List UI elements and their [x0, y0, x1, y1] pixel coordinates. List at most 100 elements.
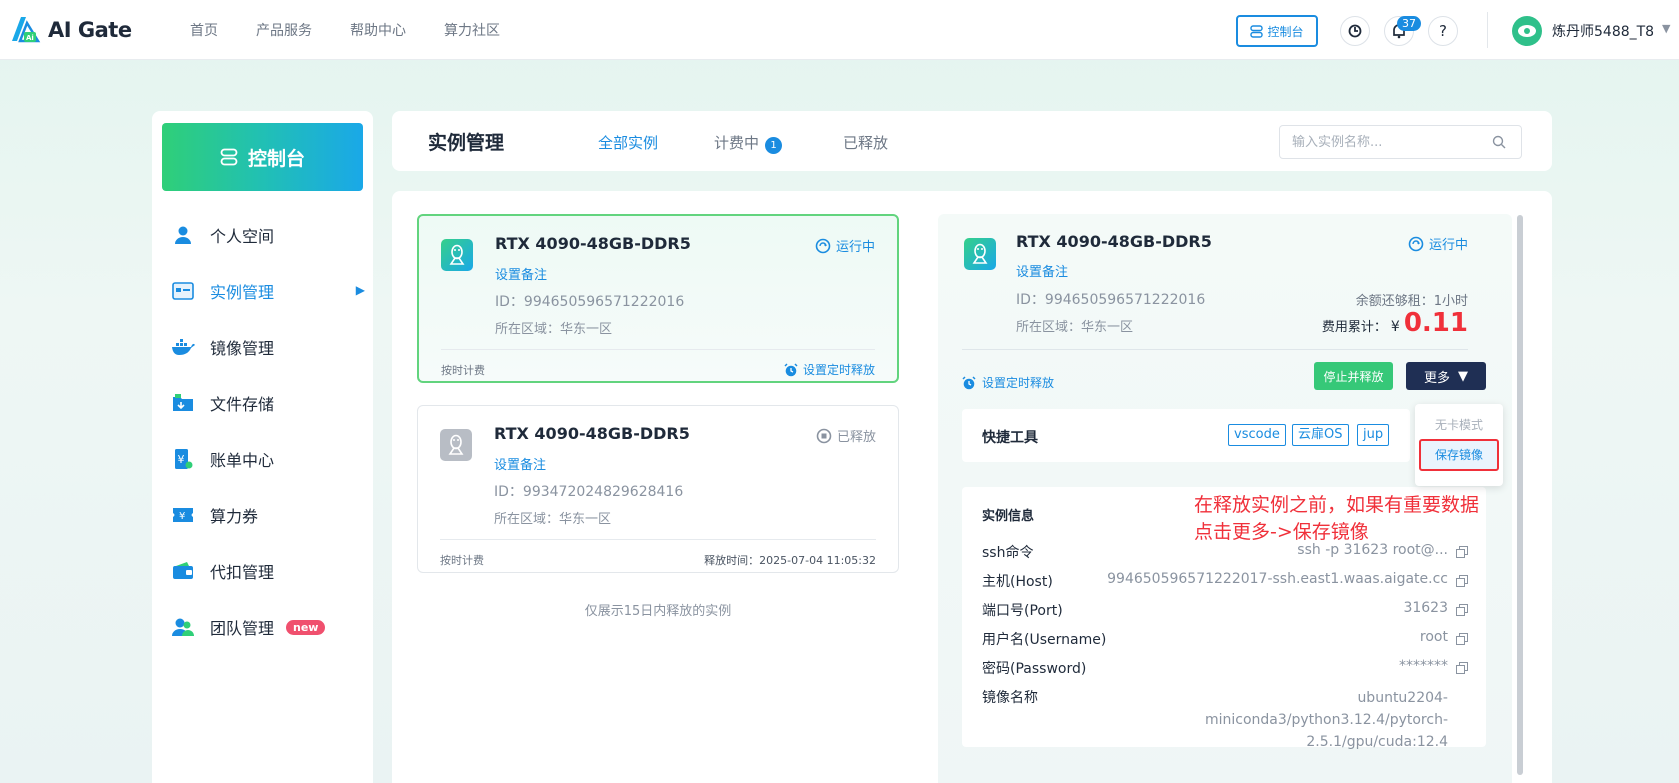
- nav-community[interactable]: 算力社区: [444, 20, 500, 40]
- detail-instance-region: 所在区域：华东一区: [1016, 320, 1134, 335]
- top-bar: Ai AI Gate 首页 产品服务 帮助中心 算力社区 控制台 37 ? 炼丹…: [0, 0, 1679, 60]
- svg-text:¥: ¥: [179, 511, 185, 522]
- tab-all-instances[interactable]: 全部实例: [598, 132, 658, 153]
- sidebar-item-team-management[interactable]: 团队管理 new: [170, 613, 365, 641]
- alarm-clock-icon: [962, 375, 976, 389]
- logo-icon: Ai: [6, 11, 44, 49]
- detail-instance-id: ID：994650596571222016: [1016, 292, 1206, 308]
- notification-count: 37: [1397, 16, 1421, 31]
- set-timed-release-link[interactable]: 设置定时释放: [962, 374, 1054, 391]
- team-icon: [170, 614, 196, 640]
- billing-type: 按时计费: [440, 554, 484, 567]
- nav-products[interactable]: 产品服务: [256, 20, 312, 40]
- detail-scrollbar[interactable]: [1517, 215, 1523, 775]
- set-timed-release-label: 设置定时释放: [982, 376, 1055, 390]
- info-value: *******: [1399, 658, 1448, 674]
- info-key: ssh命令: [982, 545, 1034, 561]
- sidebar-item-label: 实例管理: [210, 283, 275, 302]
- running-icon: [1408, 236, 1424, 251]
- sidebar-item-file-storage[interactable]: 文件存储: [170, 389, 365, 417]
- help-button[interactable]: ?: [1428, 16, 1458, 46]
- logo[interactable]: Ai AI Gate: [6, 11, 132, 49]
- sidebar-item-compute-coupon[interactable]: ¥ 算力券: [170, 501, 365, 529]
- tab-billing[interactable]: 计费中 1: [714, 132, 783, 154]
- info-row-image: 镜像名称 ubuntu2204-miniconda3/python3.12.4/…: [982, 687, 1468, 750]
- console-button[interactable]: 控制台: [1236, 15, 1318, 47]
- copy-icon[interactable]: [1456, 604, 1468, 616]
- instance-card-running[interactable]: RTX 4090-48GB-DDR5 设置备注 ID：9946505965712…: [417, 214, 899, 383]
- stopped-icon: [816, 428, 832, 443]
- header-divider: [1487, 12, 1488, 48]
- sidebar-item-auto-debit[interactable]: 代扣管理: [170, 557, 365, 585]
- instance-region: 所在区域：华东一区: [494, 512, 612, 527]
- info-key: 用户名(Username): [982, 632, 1107, 648]
- refresh-icon: [1348, 24, 1362, 38]
- console-icon: [220, 148, 238, 166]
- sidebar-console-header[interactable]: 控制台: [162, 123, 363, 191]
- more-dropdown-menu: 无卡模式 保存镜像: [1415, 404, 1503, 486]
- copy-icon[interactable]: [1456, 633, 1468, 645]
- instance-name: RTX 4090-48GB-DDR5: [494, 424, 690, 443]
- stop-and-release-button[interactable]: 停止并释放: [1314, 362, 1393, 390]
- copy-icon[interactable]: [1456, 575, 1468, 587]
- tool-jupyter[interactable]: jup: [1357, 424, 1390, 446]
- sidebar-item-label: 账单中心: [210, 451, 275, 470]
- username[interactable]: 炼丹师5488_T8: [1552, 21, 1654, 41]
- info-key: 主机(Host): [982, 574, 1053, 590]
- nav-help[interactable]: 帮助中心: [350, 20, 406, 40]
- menu-item-save-image[interactable]: 保存镜像: [1419, 439, 1499, 471]
- tab-billing-label: 计费中: [714, 134, 760, 152]
- info-value: 994650596571222017-ssh.east1.waas.aigate…: [1107, 571, 1448, 587]
- sidebar-item-bill-center[interactable]: ¥ 账单中心: [170, 445, 365, 473]
- running-icon: [815, 238, 831, 253]
- cost-label: 费用累计：: [1321, 320, 1387, 335]
- info-value: ubuntu2204-miniconda3/python3.12.4/pytor…: [1204, 690, 1448, 750]
- search-input[interactable]: [1279, 125, 1522, 159]
- tab-billing-count: 1: [765, 137, 783, 154]
- set-timed-release-link[interactable]: 设置定时释放: [784, 361, 875, 378]
- linux-icon: [441, 239, 473, 271]
- avatar[interactable]: [1512, 16, 1542, 46]
- nav-home[interactable]: 首页: [190, 20, 218, 40]
- accumulated-cost: 费用累计： ¥ 0.11: [1322, 308, 1468, 338]
- instance-id: ID：993472024829628416: [494, 484, 684, 500]
- sidebar-item-label: 代扣管理: [210, 563, 275, 582]
- sidebar-item-label: 个人空间: [210, 227, 275, 246]
- active-arrow-icon: ▶: [355, 283, 365, 297]
- folder-icon: [170, 390, 196, 416]
- tab-released[interactable]: 已释放: [843, 132, 888, 153]
- search-icon[interactable]: [1492, 135, 1506, 149]
- avatar-eye-icon: [1518, 25, 1536, 37]
- info-value: 31623: [1403, 600, 1448, 616]
- tool-vscode[interactable]: vscode: [1228, 424, 1286, 446]
- set-note-link[interactable]: 设置备注: [494, 454, 546, 473]
- sidebar-item-instance-management[interactable]: 实例管理 ▶: [170, 277, 365, 305]
- main-nav: 首页 产品服务 帮助中心 算力社区: [190, 20, 500, 40]
- info-row-host: 主机(Host) 994650596571222017-ssh.east1.wa…: [982, 571, 1468, 593]
- annotation-line: 点击更多->保存镜像: [1194, 521, 1369, 543]
- set-note-link[interactable]: 设置备注: [495, 264, 547, 283]
- wallet-icon: [170, 558, 196, 584]
- copy-icon[interactable]: [1456, 662, 1468, 674]
- sidebar-item-image-management[interactable]: 镜像管理: [170, 333, 365, 361]
- status-text: 已释放: [836, 430, 876, 445]
- refresh-button[interactable]: [1340, 16, 1370, 46]
- tool-cloud-os[interactable]: 云扉OS: [1292, 424, 1349, 446]
- cost-currency: ¥: [1390, 319, 1400, 335]
- sidebar-item-label: 文件存储: [210, 395, 275, 414]
- balance-remaining: 余额还够租：1小时: [1355, 294, 1468, 309]
- info-key: 端口号(Port): [982, 603, 1063, 619]
- instance-card-released[interactable]: RTX 4090-48GB-DDR5 设置备注 ID：9934720248296…: [417, 405, 899, 573]
- instance-id: ID：994650596571222016: [495, 294, 685, 310]
- more-button[interactable]: 更多 ▼: [1406, 362, 1486, 390]
- set-note-link[interactable]: 设置备注: [1016, 261, 1068, 280]
- status-badge: 运行中: [815, 236, 875, 255]
- bill-icon: ¥: [170, 446, 196, 472]
- annotation-line: 在释放实例之前，如果有重要数据: [1194, 494, 1480, 516]
- menu-item-no-gpu-mode[interactable]: 无卡模式: [1415, 416, 1503, 433]
- console-icon: [1250, 24, 1264, 38]
- copy-icon[interactable]: [1456, 546, 1468, 558]
- sidebar-item-personal-space[interactable]: 个人空间: [170, 221, 365, 249]
- brand-name: AI Gate: [48, 18, 132, 42]
- user-menu-chevron-icon[interactable]: ▼: [1662, 22, 1670, 35]
